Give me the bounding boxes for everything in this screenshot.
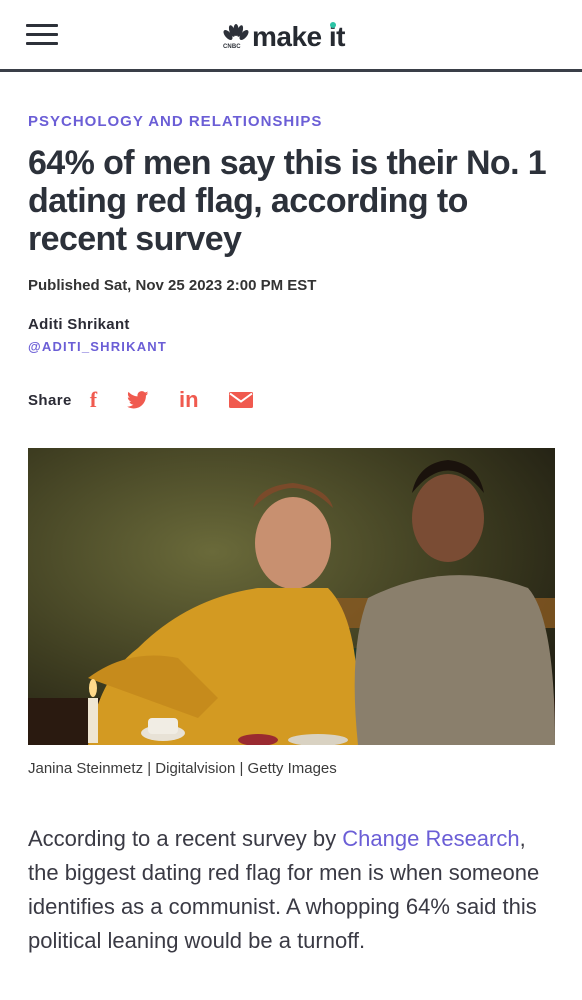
- author-twitter-handle[interactable]: @ADITI_SHRIKANT: [28, 339, 167, 354]
- top-navbar: CNBC make it: [0, 0, 582, 72]
- cnbc-label: CNBC: [223, 44, 241, 50]
- published-date: Published Sat, Nov 25 2023 2:00 PM EST: [28, 277, 317, 294]
- hamburger-menu-icon[interactable]: [26, 24, 58, 48]
- photo-caption: Janina Steinmetz | Digitalvision | Getty…: [28, 760, 337, 777]
- make-it-logo[interactable]: CNBC make it: [222, 20, 346, 54]
- article-page: CNBC make it PSYCHOLOGY AND RELATIONSHIP…: [0, 0, 582, 1000]
- section-kicker-link[interactable]: PSYCHOLOGY AND RELATIONSHIPS: [28, 113, 322, 130]
- article-hero-photo: [28, 448, 555, 745]
- share-label: Share: [28, 391, 72, 409]
- logo-text: make it: [252, 21, 346, 52]
- facebook-icon[interactable]: f: [90, 387, 97, 413]
- linkedin-icon[interactable]: in: [179, 387, 199, 413]
- nbc-peacock-icon: CNBC: [222, 23, 250, 51]
- article-body-paragraph: According to a recent survey by Change R…: [28, 826, 540, 953]
- email-icon[interactable]: [228, 392, 253, 408]
- change-research-link[interactable]: Change Research: [342, 826, 519, 851]
- logo-dot: [330, 22, 336, 28]
- twitter-icon[interactable]: [127, 391, 149, 409]
- share-bar: Share f in: [28, 385, 253, 415]
- couple-dining-illustration: [28, 448, 555, 745]
- article-headline: 64% of men say this is their No. 1 datin…: [28, 144, 547, 258]
- author-name[interactable]: Aditi Shrikant: [28, 316, 130, 333]
